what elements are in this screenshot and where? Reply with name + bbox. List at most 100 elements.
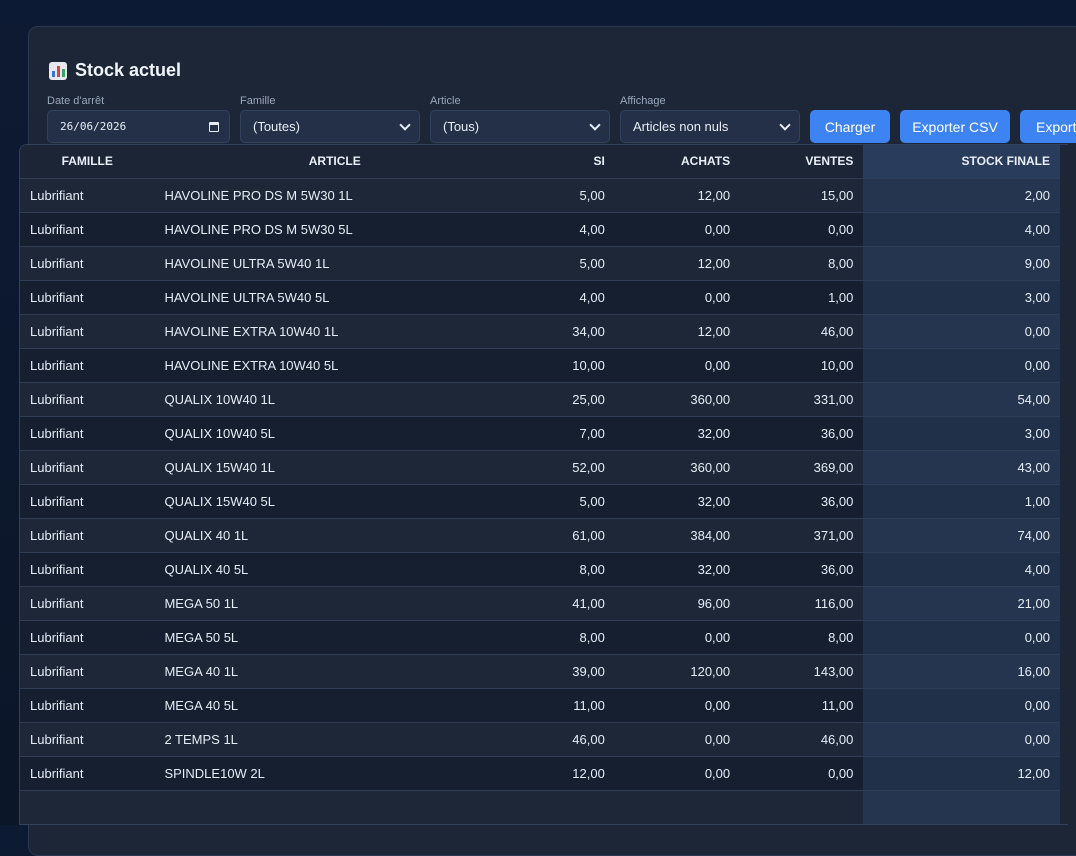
- cell-famille: Lubrifiant: [20, 619, 155, 654]
- header-famille[interactable]: FAMILLE: [20, 145, 155, 178]
- cell-stock-finale: 0,00: [863, 313, 1060, 348]
- table-header-row: FAMILLE ARTICLE SI ACHATS VENTES STOCK F…: [20, 145, 1060, 178]
- table-row[interactable]: Lubrifiant HAVOLINE ULTRA 5W40 5L 4,00 0,00…: [20, 279, 1060, 314]
- cell-achats: 0,00: [614, 619, 741, 654]
- table-row[interactable]: Lubrifiant MEGA 40 1L 39,00 120,00 143,00 16,…: [20, 653, 1060, 688]
- table-row[interactable]: Lubrifiant QUALIX 40 5L 8,00 32,00 36,00 4,00: [20, 551, 1060, 586]
- header-si[interactable]: SI: [515, 145, 615, 178]
- cell-article: QUALIX 10W40 5L: [154, 415, 516, 450]
- famille-select[interactable]: (Toutes): [240, 110, 420, 143]
- cell-famille: Lubrifiant: [20, 687, 155, 722]
- cell-article: MEGA 50 5L: [154, 619, 516, 654]
- table-row[interactable]: Lubrifiant HAVOLINE EXTRA 10W40 1L 34,00 12…: [20, 313, 1060, 348]
- affichage-select[interactable]: Articles non nuls: [620, 110, 800, 143]
- cell-famille: Lubrifiant: [20, 653, 155, 688]
- affichage-value: Articles non nuls: [633, 119, 729, 134]
- table-row[interactable]: Lubrifiant MEGA 40 5L 11,00 0,00 11,00 0,00: [20, 687, 1060, 722]
- cell-si: 5,00: [515, 177, 615, 212]
- cell-ventes: 46,00: [740, 721, 864, 756]
- header-stock-finale[interactable]: STOCK FINALE: [863, 145, 1060, 178]
- table-body: Lubrifiant HAVOLINE PRO DS M 5W30 1L 5,00 1…: [20, 177, 1060, 824]
- cell-famille: Lubrifiant: [20, 381, 155, 416]
- chevron-down-icon: [399, 118, 411, 131]
- article-field: Article (Tous): [430, 95, 610, 143]
- table-row[interactable]: Lubrifiant HAVOLINE ULTRA 5W40 1L 5,00 12,0…: [20, 245, 1060, 280]
- cell-ventes: 10,00: [740, 347, 864, 382]
- cell-article: HAVOLINE EXTRA 10W40 1L: [154, 313, 516, 348]
- cell-achats: 0,00: [614, 279, 741, 314]
- table-row[interactable]: Lubrifiant QUALIX 40 1L 61,00 384,00 371,00 7…: [20, 517, 1060, 552]
- charger-button[interactable]: Charger: [810, 110, 890, 143]
- famille-value: (Toutes): [253, 119, 300, 134]
- cell-achats: 0,00: [614, 755, 741, 790]
- table-row[interactable]: Lubrifiant HAVOLINE PRO DS M 5W30 1L 5,00 1…: [20, 177, 1060, 212]
- cell-stock-finale: 4,00: [863, 551, 1060, 586]
- cell-famille: [20, 789, 155, 824]
- cell-si: 4,00: [515, 279, 615, 314]
- cell-si: 5,00: [515, 245, 615, 280]
- chevron-down-icon: [589, 118, 601, 131]
- cell-ventes: 116,00: [740, 585, 864, 620]
- cell-article: SPINDLE10W 2L: [154, 755, 516, 790]
- table-row[interactable]: Lubrifiant HAVOLINE PRO DS M 5W30 5L 4,00 0…: [20, 211, 1060, 246]
- date-label: Date d'arrêt: [47, 95, 105, 107]
- export-csv-button[interactable]: Exporter CSV: [900, 110, 1010, 143]
- cell-achats: 32,00: [614, 551, 741, 586]
- cell-ventes: 1,00: [740, 279, 864, 314]
- export-other-button[interactable]: Exporte: [1020, 110, 1076, 143]
- stock-table: FAMILLE ARTICLE SI ACHATS VENTES STOCK F…: [20, 145, 1060, 824]
- stock-table-container: FAMILLE ARTICLE SI ACHATS VENTES STOCK F…: [19, 144, 1076, 825]
- article-value: (Tous): [443, 119, 480, 134]
- cell-famille: Lubrifiant: [20, 517, 155, 552]
- table-row[interactable]: [20, 789, 1060, 824]
- cell-ventes: 0,00: [740, 211, 864, 246]
- cell-article: HAVOLINE EXTRA 10W40 5L: [154, 347, 516, 382]
- date-input[interactable]: 26/06/2026: [47, 110, 230, 143]
- cell-famille: Lubrifiant: [20, 245, 155, 280]
- cell-article: QUALIX 40 1L: [154, 517, 516, 552]
- affichage-field: Affichage Articles non nuls: [620, 95, 800, 143]
- cell-stock-finale: 54,00: [863, 381, 1060, 416]
- cell-article: MEGA 40 1L: [154, 653, 516, 688]
- cell-si: 10,00: [515, 347, 615, 382]
- cell-famille: Lubrifiant: [20, 449, 155, 484]
- table-row[interactable]: Lubrifiant MEGA 50 1L 41,00 96,00 116,00 21,0…: [20, 585, 1060, 620]
- date-value: 26/06/2026: [60, 120, 127, 133]
- article-select[interactable]: (Tous): [430, 110, 610, 143]
- cell-article: QUALIX 15W40 1L: [154, 449, 516, 484]
- cell-famille: Lubrifiant: [20, 721, 155, 756]
- cell-achats: 120,00: [614, 653, 741, 688]
- table-row[interactable]: Lubrifiant 2 TEMPS 1L 46,00 0,00 46,00 0,00: [20, 721, 1060, 756]
- header-achats[interactable]: ACHATS: [614, 145, 741, 178]
- table-row[interactable]: Lubrifiant SPINDLE10W 2L 12,00 0,00 0,00 12,0…: [20, 755, 1060, 790]
- cell-stock-finale: 2,00: [863, 177, 1060, 212]
- header-article[interactable]: ARTICLE: [154, 145, 516, 178]
- bar-chart-icon: [49, 61, 67, 80]
- cell-famille: Lubrifiant: [20, 313, 155, 348]
- cell-famille: Lubrifiant: [20, 177, 155, 212]
- cell-stock-finale: 1,00: [863, 483, 1060, 518]
- cell-stock-finale: 0,00: [863, 721, 1060, 756]
- calendar-icon[interactable]: [209, 121, 219, 132]
- table-row[interactable]: Lubrifiant HAVOLINE EXTRA 10W40 5L 10,00 0,…: [20, 347, 1060, 382]
- cell-achats: 96,00: [614, 585, 741, 620]
- table-row[interactable]: Lubrifiant QUALIX 15W40 1L 52,00 360,00 369,…: [20, 449, 1060, 484]
- cell-si: 12,00: [515, 755, 615, 790]
- header-ventes[interactable]: VENTES: [740, 145, 864, 178]
- cell-si: 4,00: [515, 211, 615, 246]
- page-title: Stock actuel: [49, 60, 181, 81]
- cell-achats: 32,00: [614, 483, 741, 518]
- page-title-text: Stock actuel: [75, 60, 182, 80]
- table-row[interactable]: Lubrifiant QUALIX 15W40 5L 5,00 32,00 36,00 1…: [20, 483, 1060, 518]
- table-row[interactable]: Lubrifiant QUALIX 10W40 5L 7,00 32,00 36,00 3…: [20, 415, 1060, 450]
- table-row[interactable]: Lubrifiant MEGA 50 5L 8,00 0,00 8,00 0,00: [20, 619, 1060, 654]
- cell-si: 46,00: [515, 721, 615, 756]
- cell-achats: 0,00: [614, 211, 741, 246]
- affichage-label: Affichage: [620, 95, 666, 107]
- cell-famille: Lubrifiant: [20, 415, 155, 450]
- cell-achats: 360,00: [614, 449, 741, 484]
- cell-ventes: 8,00: [740, 619, 864, 654]
- table-row[interactable]: Lubrifiant QUALIX 10W40 1L 25,00 360,00 331,…: [20, 381, 1060, 416]
- cell-stock-finale: 3,00: [863, 415, 1060, 450]
- cell-article: 2 TEMPS 1L: [154, 721, 516, 756]
